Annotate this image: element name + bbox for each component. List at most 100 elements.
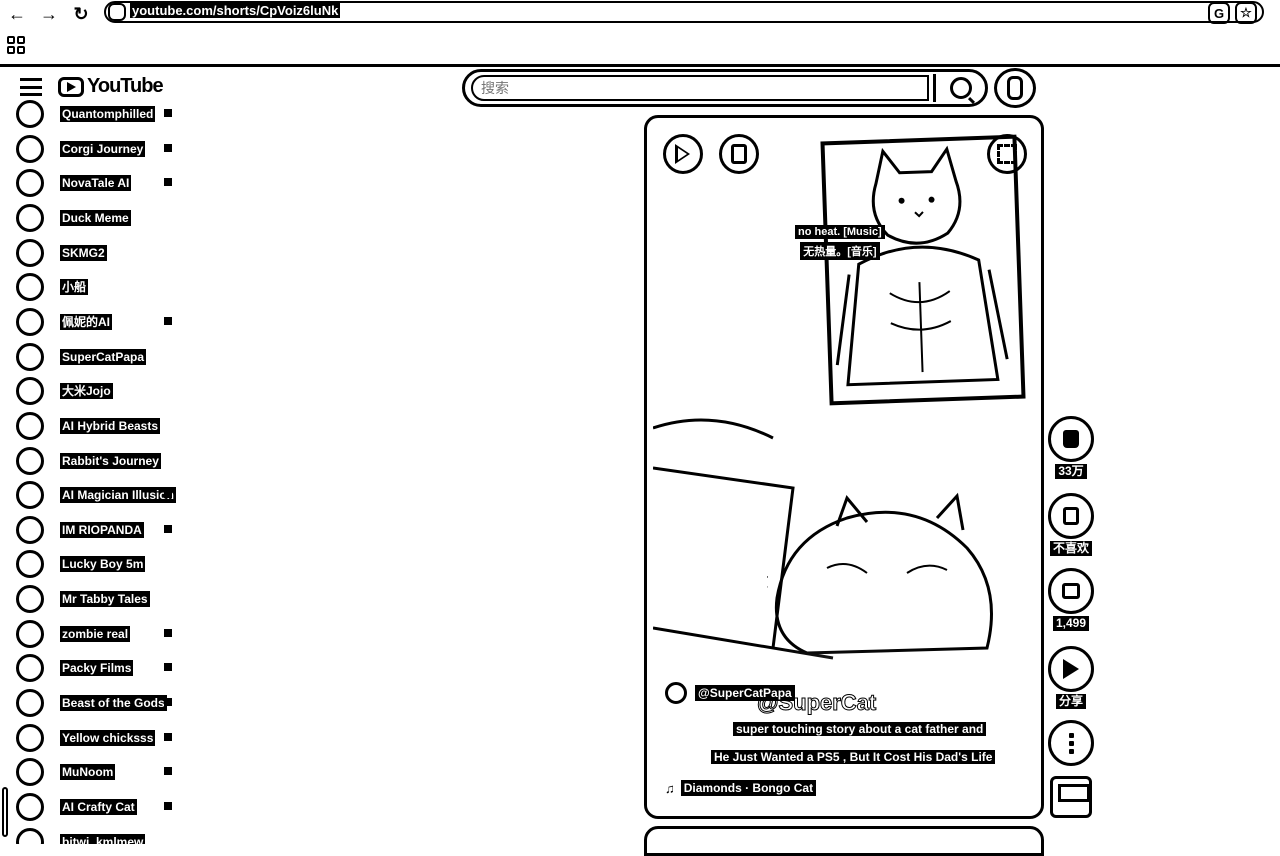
search-button[interactable] xyxy=(933,74,986,102)
subscription-item[interactable]: Rabbit's Journey xyxy=(16,445,186,479)
subscription-label: IM RIOPANDA xyxy=(60,521,144,538)
subscription-item[interactable]: SuperCatPapa xyxy=(16,341,186,375)
subscription-item[interactable]: bitwi_kmlmew xyxy=(16,826,186,844)
subscription-item[interactable]: IM RIOPANDA xyxy=(16,514,186,548)
subscription-label: bitwi_kmlmew xyxy=(60,833,146,844)
subscription-label: 佩妮的AI xyxy=(60,313,113,330)
subscription-item[interactable]: 大米Jojo xyxy=(16,375,186,409)
channel-avatar xyxy=(16,793,44,821)
channel-name[interactable]: @SuperCatPapa xyxy=(695,685,795,701)
subscription-item[interactable]: 小船 xyxy=(16,271,186,305)
channel-avatar xyxy=(16,758,44,787)
captions: no heat. [Music] 无热量。[音乐] xyxy=(795,222,885,263)
subscription-item[interactable]: AI Crafty Cat xyxy=(16,791,186,825)
site-info-icon[interactable] xyxy=(108,3,126,21)
translate-icon[interactable]: G xyxy=(1208,2,1230,24)
subscription-item[interactable]: AI Hybrid Beasts xyxy=(16,410,186,444)
sidebar-scrollbar[interactable] xyxy=(2,787,8,837)
subscription-item[interactable]: Corgi Journey xyxy=(16,133,186,167)
channel-avatar xyxy=(16,827,44,844)
voice-search-button[interactable] xyxy=(994,68,1036,108)
bookmark-star-icon[interactable]: ☆ xyxy=(1235,2,1257,24)
comment-action[interactable]: 1,499 xyxy=(1048,568,1094,632)
subscription-label: Duck Meme xyxy=(60,209,131,226)
play-button[interactable] xyxy=(663,134,703,174)
channel-avatar xyxy=(16,654,44,683)
next-short-preview[interactable] xyxy=(644,826,1044,856)
subscription-item[interactable]: SKMG2 xyxy=(16,237,186,271)
channel-avatar xyxy=(16,515,44,544)
shorts-player[interactable]: no heat. [Music] 无热量。[音乐] @SuperCat @Sup… xyxy=(644,115,1044,819)
hamburger-menu-icon[interactable] xyxy=(20,78,42,96)
subscription-item[interactable]: AI Magician Illusion xyxy=(16,479,186,513)
share-label: 分享 xyxy=(1055,694,1086,709)
subscription-item[interactable]: Beast of the Gods xyxy=(16,687,186,721)
new-content-dot xyxy=(164,767,172,776)
play-icon xyxy=(674,144,690,164)
channel-avatar xyxy=(16,446,44,475)
search-input[interactable] xyxy=(471,75,929,101)
subscription-item[interactable]: Lucky Boy 5m xyxy=(16,548,186,582)
subscription-item[interactable]: zombie real xyxy=(16,618,186,652)
subscription-label: Packy Films xyxy=(60,660,134,677)
subscription-label: MuNoom xyxy=(60,764,116,781)
channel-avatar xyxy=(16,203,44,232)
channel-avatar xyxy=(16,411,44,440)
sound-thumbnail[interactable] xyxy=(1050,776,1092,818)
video-description[interactable]: super touching story about a cat father … xyxy=(661,722,1031,778)
channel-avatar xyxy=(16,723,44,752)
subscription-item[interactable]: Mr Tabby Tales xyxy=(16,583,186,617)
share-action[interactable]: 分享 xyxy=(1048,646,1094,710)
volume-button[interactable] xyxy=(719,134,759,174)
new-content-dot xyxy=(164,490,172,499)
subscription-item[interactable]: Yellow chicksss xyxy=(16,722,186,756)
subscription-item[interactable]: MuNoom xyxy=(16,756,186,790)
channel-avatar xyxy=(16,169,44,198)
subscription-item[interactable]: NovaTale AI xyxy=(16,167,186,201)
comment-button[interactable] xyxy=(1048,568,1094,614)
subscription-label: Lucky Boy 5m xyxy=(60,556,146,573)
description-line: He Just Wanted a PS5 , But It Cost His D… xyxy=(711,750,996,764)
subscription-label: Mr Tabby Tales xyxy=(60,591,150,608)
music-title[interactable]: Diamonds · Bongo Cat xyxy=(680,780,817,796)
channel-avatar xyxy=(16,273,44,302)
subscription-label: Rabbit's Journey xyxy=(60,452,161,469)
channel-row[interactable]: @SuperCatPapa xyxy=(665,682,795,704)
new-content-dot xyxy=(164,109,172,117)
caption-line: no heat. [Music] xyxy=(795,225,885,239)
channel-avatar xyxy=(16,238,44,267)
apps-grid-icon[interactable] xyxy=(7,36,25,54)
back-icon[interactable]: ← xyxy=(6,3,28,25)
thumbs-up-icon xyxy=(1063,430,1079,448)
subscription-item[interactable]: Quantomphilled xyxy=(16,100,186,132)
subscription-item[interactable]: Packy Films xyxy=(16,652,186,686)
room-background-drawing xyxy=(653,418,834,660)
like-action[interactable]: 33万 xyxy=(1048,416,1094,480)
comment-icon xyxy=(1062,583,1080,599)
subscription-item[interactable]: 佩妮的AI xyxy=(16,306,186,340)
like-button[interactable] xyxy=(1048,416,1094,462)
subscription-label: Quantomphilled xyxy=(60,106,156,122)
youtube-logo[interactable]: YouTube xyxy=(58,75,164,98)
subscription-label: AI Hybrid Beasts xyxy=(60,417,161,434)
subscription-label: zombie real xyxy=(60,625,131,642)
more-vert-icon xyxy=(1068,732,1074,754)
share-button[interactable] xyxy=(1048,646,1094,692)
more-action[interactable] xyxy=(1048,720,1094,766)
dislike-action[interactable]: 不喜欢 xyxy=(1048,493,1094,557)
framed-cat-portrait xyxy=(820,134,1026,406)
subscription-label: AI Crafty Cat xyxy=(60,799,137,815)
channel-avatar[interactable] xyxy=(665,682,687,704)
more-options-button[interactable] xyxy=(1048,720,1094,766)
thumbs-down-icon xyxy=(1063,507,1079,525)
youtube-play-logo-icon xyxy=(58,76,84,97)
subscription-item[interactable]: Duck Meme xyxy=(16,202,186,236)
forward-icon[interactable]: → xyxy=(38,3,60,25)
dislike-button[interactable] xyxy=(1048,493,1094,539)
url-text[interactable]: youtube.com/shorts/CpVoiz6luNk xyxy=(130,3,341,18)
channel-avatar xyxy=(16,689,44,718)
reload-icon[interactable]: ↻ xyxy=(70,3,92,25)
channel-avatar xyxy=(16,100,44,128)
music-row[interactable]: ♫ Diamonds · Bongo Cat xyxy=(665,780,817,796)
search-icon xyxy=(950,77,972,99)
